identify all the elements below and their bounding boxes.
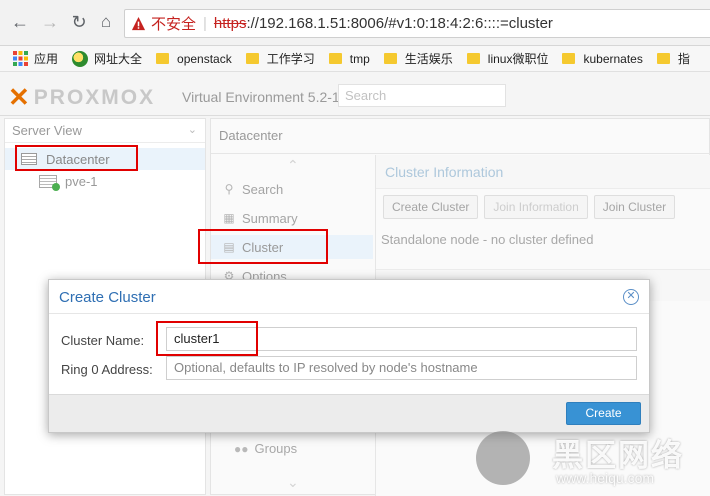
cluster-name-input[interactable]: cluster1 xyxy=(166,327,637,351)
bookmarks-bar: 应用 网址大全 openstack 工作学习 tmp 生活娱乐 linux微职位… xyxy=(0,46,710,72)
bookmark-item[interactable]: 网址大全 xyxy=(72,50,142,67)
bookmark-folder[interactable]: linux微职位 xyxy=(466,50,549,67)
create-cluster-button[interactable]: Create Cluster xyxy=(383,195,479,219)
menu-item-groups[interactable]: ●● Groups xyxy=(234,441,297,456)
forward-arrow-icon[interactable]: → xyxy=(39,11,61,33)
proxmox-x-icon: ✕ xyxy=(8,82,32,112)
url-bar[interactable]: 不安全 | https ://192.168.1.51:8006/#v1:0:1… xyxy=(124,9,710,38)
page-title: Datacenter xyxy=(219,128,283,143)
ring0-address-input[interactable]: Optional, defaults to IP resolved by nod… xyxy=(166,356,637,380)
bookmark-folder[interactable]: 指 xyxy=(656,50,690,67)
bookmark-label: 指 xyxy=(677,52,690,66)
reload-icon[interactable]: ↻ xyxy=(68,11,90,33)
url-scheme: https xyxy=(213,15,247,32)
menu-item-cluster[interactable]: ▤ Cluster xyxy=(211,235,373,259)
dialog-footer: Create xyxy=(49,394,649,432)
scroll-down-icon[interactable]: ⌄ xyxy=(287,474,299,491)
folder-icon xyxy=(383,53,397,64)
menu-item-search[interactable]: ⚲ Search xyxy=(211,177,373,201)
bookmark-label: kubernates xyxy=(583,51,643,66)
folder-icon xyxy=(562,53,576,64)
bookmark-folder[interactable]: 工作学习 xyxy=(245,50,315,67)
server-icon: ▤ xyxy=(223,240,235,254)
browser-toolbar: ← → ↻ ⌂ 不安全 | https ://192.168.1.51:8006… xyxy=(0,0,710,46)
tree-view-label: Server View xyxy=(12,123,82,138)
cluster-name-label: Cluster Name: xyxy=(61,333,145,348)
watermark-logo xyxy=(476,431,530,485)
search-icon: ⚲ xyxy=(224,182,234,196)
version-label: Virtual Environment 5.2-1 xyxy=(182,89,340,105)
bookmark-folder[interactable]: 生活娱乐 xyxy=(383,50,453,67)
datacenter-icon xyxy=(21,153,37,165)
divider xyxy=(211,153,710,154)
bookmark-label: openstack xyxy=(177,51,232,66)
folder-icon xyxy=(156,53,170,64)
warning-icon xyxy=(131,16,146,31)
node-online-icon xyxy=(39,175,60,191)
bookmark-apps[interactable]: 应用 xyxy=(13,50,58,67)
bookmark-label: 应用 xyxy=(34,52,59,66)
menu-item-label: Summary xyxy=(242,210,298,226)
folder-icon xyxy=(328,53,342,64)
tree-item-node[interactable]: pve-1 xyxy=(39,174,98,191)
book-icon: ▦ xyxy=(223,211,235,225)
menu-item-summary[interactable]: ▦ Summary xyxy=(211,206,373,230)
tree-item-datacenter[interactable]: Datacenter xyxy=(5,148,205,170)
cluster-name-row: Cluster Name: cluster1 xyxy=(49,327,649,353)
globe-icon xyxy=(72,50,89,67)
folder-icon xyxy=(466,53,480,64)
header-search-input[interactable]: Search xyxy=(338,84,506,107)
logo-text: PROXMOX xyxy=(33,85,156,109)
scroll-up-icon[interactable]: ⌃ xyxy=(287,157,299,174)
bookmark-label: linux微职位 xyxy=(487,52,549,66)
dialog-title: Create Cluster xyxy=(59,289,156,306)
ring0-address-label: Ring 0 Address: xyxy=(61,362,153,377)
bookmark-label: 工作学习 xyxy=(266,52,315,66)
bookmark-label: 网址大全 xyxy=(94,52,143,66)
menu-item-label: Cluster xyxy=(242,239,284,255)
chevron-down-icon[interactable]: ⌄ xyxy=(188,119,197,142)
proxmox-logo: ✕ PROXMOX xyxy=(8,82,155,113)
insecure-label: 不安全 xyxy=(151,16,197,33)
folder-icon xyxy=(656,53,670,64)
create-cluster-dialog: Create Cluster ✕ Cluster Name: cluster1 … xyxy=(48,279,650,433)
url-path: ://192.168.1.51:8006/#v1:0:18:4:2:6::::=… xyxy=(246,15,553,32)
bookmark-folder[interactable]: kubernates xyxy=(562,51,643,66)
close-icon[interactable]: ✕ xyxy=(623,289,639,305)
join-information-button[interactable]: Join Information xyxy=(484,195,588,219)
home-icon[interactable]: ⌂ xyxy=(95,11,117,33)
bookmark-folder[interactable]: openstack xyxy=(156,52,232,66)
watermark-text: 黑区网络 xyxy=(552,438,684,473)
join-cluster-button[interactable]: Join Cluster xyxy=(593,195,676,219)
url-separator: | xyxy=(203,15,207,32)
bookmark-folder[interactable]: tmp xyxy=(328,51,370,66)
tree-item-label: pve-1 xyxy=(65,174,98,189)
cluster-toolbar: Create Cluster Join Information Join Clu… xyxy=(376,189,710,225)
apps-grid-icon xyxy=(13,51,28,66)
back-arrow-icon[interactable]: ← xyxy=(9,11,31,33)
bookmark-label: 生活娱乐 xyxy=(404,52,453,66)
cluster-info-title: Cluster Information xyxy=(376,155,710,189)
watermark-url: www.heiqu.com xyxy=(556,470,655,486)
bookmark-label: tmp xyxy=(349,51,370,66)
folder-icon xyxy=(245,53,259,64)
dialog-header: Create Cluster ✕ xyxy=(49,280,649,314)
standalone-status: Standalone node - no cluster defined xyxy=(381,232,594,247)
create-button[interactable]: Create xyxy=(566,402,641,425)
menu-item-label: Groups xyxy=(254,441,298,456)
tree-view-selector[interactable]: Server View ⌄ xyxy=(5,119,205,143)
users-icon: ●● xyxy=(234,441,249,456)
menu-item-label: Search xyxy=(242,181,284,197)
tree-item-label: Datacenter xyxy=(46,151,110,167)
ring0-row: Ring 0 Address: Optional, defaults to IP… xyxy=(49,356,649,382)
